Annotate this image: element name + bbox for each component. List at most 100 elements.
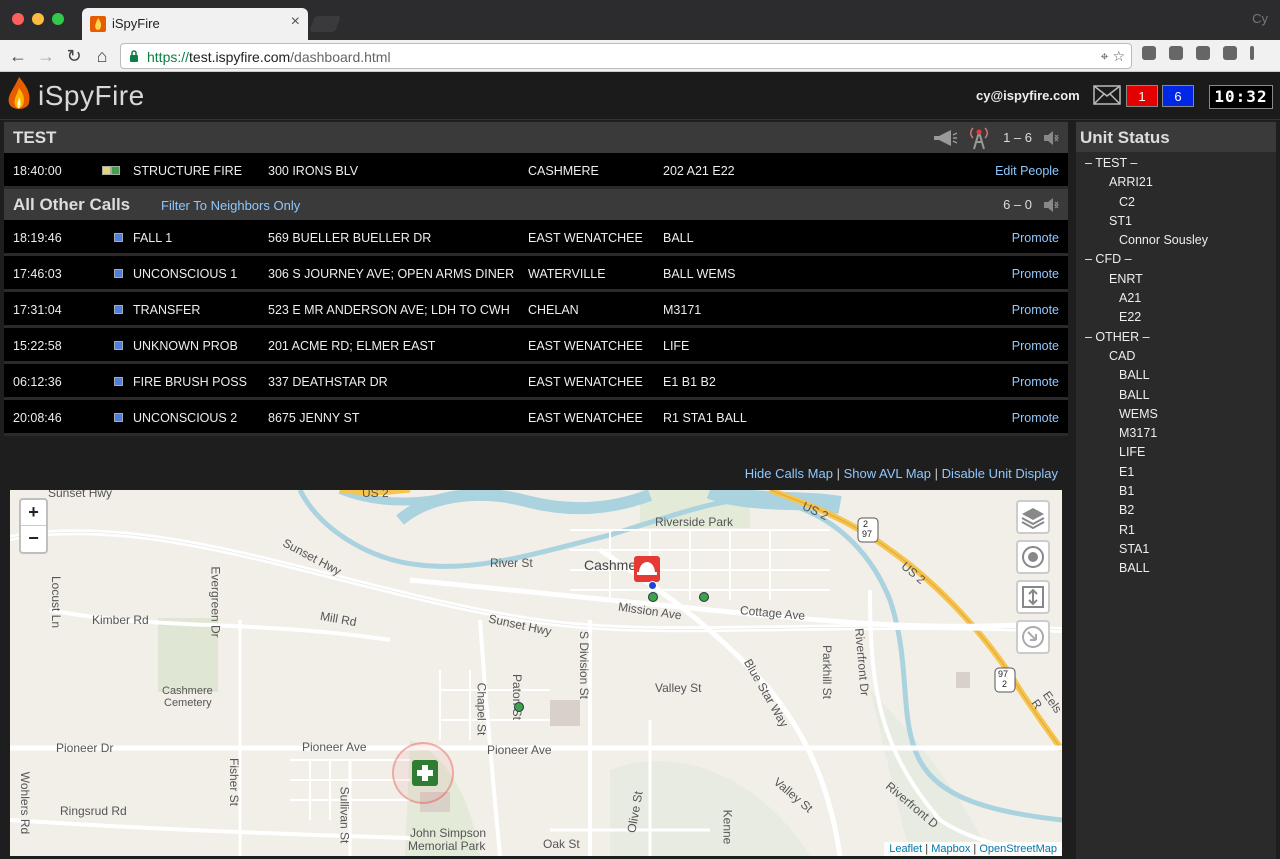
fit-bounds-icon[interactable] xyxy=(1016,580,1050,614)
test-section-count: 1 – 6 xyxy=(1003,130,1032,145)
menu-icon[interactable] xyxy=(1250,46,1254,60)
call-type: UNCONSCIOUS 2 xyxy=(133,411,238,425)
promote-link[interactable]: Promote xyxy=(1012,339,1059,353)
close-window-button[interactable] xyxy=(12,13,24,25)
unit-item: WEMS xyxy=(1119,406,1158,421)
unit-location-marker[interactable] xyxy=(648,592,658,602)
user-email[interactable]: cy@ispyfire.com xyxy=(976,88,1080,103)
unit-item: STA1 xyxy=(1119,541,1150,556)
extension-info-icon[interactable] xyxy=(1223,46,1237,60)
location-icon[interactable]: ⌖ xyxy=(1101,48,1109,64)
map-attribution: Leaflet | Mapbox | OpenStreetMap xyxy=(884,842,1062,856)
layers-icon[interactable] xyxy=(1016,500,1050,534)
status-blue-icon xyxy=(114,269,123,283)
promote-link[interactable]: Promote xyxy=(1012,411,1059,425)
address-bar[interactable]: https://test.ispyfire.com/dashboard.html… xyxy=(120,43,1132,69)
tab-close-icon[interactable]: × xyxy=(291,13,300,31)
calls-panel: TEST 1 – 6 18:40:00 STRUCTURE FIRE 300 I… xyxy=(4,122,1068,436)
bookmark-star-icon[interactable]: ☆ xyxy=(1112,48,1125,64)
test-section-title: TEST xyxy=(13,128,57,147)
link-separator: | xyxy=(836,466,840,481)
call-row[interactable]: 06:12:36 FIRE BRUSH POSS 337 DEATHSTAR D… xyxy=(4,364,1068,400)
unit-item: A21 xyxy=(1119,291,1142,306)
unit-location-marker[interactable] xyxy=(699,592,709,602)
leaflet-link[interactable]: Leaflet xyxy=(889,843,922,855)
unit-item: Connor Sousley xyxy=(1119,233,1208,248)
promote-link[interactable]: Promote xyxy=(1012,375,1059,389)
call-address: 201 ACME RD; ELMER EAST xyxy=(268,339,436,353)
extension-folder-icon[interactable] xyxy=(1142,46,1156,60)
call-units: M3171 xyxy=(663,303,702,317)
unit-group-header[interactable]: – OTHER – xyxy=(1076,330,1276,349)
status-blue-icon xyxy=(114,377,123,391)
browser-tabstrip: iSpyFire × Cy xyxy=(0,0,1280,40)
call-address: 523 E MR ANDERSON AVE; LDH TO CWH xyxy=(268,303,510,317)
call-time: 17:46:03 xyxy=(13,267,62,281)
map-tiles xyxy=(10,490,1062,856)
unit-station: CAD xyxy=(1109,348,1136,363)
call-time: 18:19:46 xyxy=(13,231,62,245)
zoom-out-button[interactable]: − xyxy=(21,526,46,552)
openstreetmap-link[interactable]: OpenStreetMap xyxy=(979,843,1057,855)
unit-location-marker[interactable] xyxy=(648,581,657,590)
compass-icon[interactable] xyxy=(1016,620,1050,654)
call-type: UNKNOWN PROB xyxy=(133,339,238,353)
status-green-icon xyxy=(111,166,120,175)
back-arrow-icon[interactable]: ← xyxy=(6,44,30,68)
unit-station: ARRI21 xyxy=(1109,175,1153,190)
speaker-icon[interactable] xyxy=(1042,130,1062,146)
stop-record-icon[interactable] xyxy=(1016,540,1050,574)
disable-unit-display-link[interactable]: Disable Unit Display xyxy=(942,466,1058,481)
show-avl-map-link[interactable]: Show AVL Map xyxy=(844,466,931,481)
filter-neighbors-link[interactable]: Filter To Neighbors Only xyxy=(161,198,300,213)
call-city: CHELAN xyxy=(528,303,579,317)
edit-people-link[interactable]: Edit People xyxy=(995,164,1059,178)
hospital-marker-icon[interactable] xyxy=(412,760,438,786)
call-row[interactable]: 17:46:03 UNCONSCIOUS 1 306 S JOURNEY AVE… xyxy=(4,256,1068,292)
alert-count-red-badge[interactable]: 1 xyxy=(1126,85,1158,107)
alert-count-blue-badge[interactable]: 6 xyxy=(1162,85,1194,107)
promote-link[interactable]: Promote xyxy=(1012,231,1059,245)
call-row[interactable]: 15:22:58 UNKNOWN PROB 201 ACME RD; ELMER… xyxy=(4,328,1068,364)
promote-link[interactable]: Promote xyxy=(1012,303,1059,317)
forward-arrow-icon[interactable]: → xyxy=(34,44,58,68)
profile-label[interactable]: Cy xyxy=(1252,11,1268,26)
call-time: 15:22:58 xyxy=(13,339,62,353)
call-time: 06:12:36 xyxy=(13,375,62,389)
home-icon[interactable]: ⌂ xyxy=(90,44,114,68)
reload-icon[interactable]: ↻ xyxy=(62,44,86,68)
unit-item: E22 xyxy=(1119,310,1142,325)
call-address: 569 BUELLER BUELLER DR xyxy=(268,231,432,245)
status-blue-icon xyxy=(114,341,123,355)
unit-item: R1 xyxy=(1119,522,1135,537)
test-call-row[interactable]: 18:40:00 STRUCTURE FIRE 300 IRONS BLV CA… xyxy=(4,153,1068,189)
new-tab-button[interactable] xyxy=(309,16,341,32)
call-row[interactable]: 18:19:46 FALL 1 569 BUELLER BUELLER DR E… xyxy=(4,220,1068,256)
call-address: 306 S JOURNEY AVE; OPEN ARMS DINER xyxy=(268,267,515,281)
call-status-icons xyxy=(102,166,120,180)
extension-drive-icon[interactable] xyxy=(1169,46,1183,60)
call-row[interactable]: 17:31:04 TRANSFER 523 E MR ANDERSON AVE;… xyxy=(4,292,1068,328)
speaker-icon[interactable] xyxy=(1042,197,1062,213)
calls-map[interactable]: Sunset Hwy US 2 US 2 US 2 2 97 Riverside… xyxy=(10,490,1062,856)
unit-group-header[interactable]: – TEST – xyxy=(1076,156,1276,175)
maximize-window-button[interactable] xyxy=(52,13,64,25)
unit-group-header[interactable]: – CFD – xyxy=(1076,252,1276,271)
fire-helmet-marker-icon[interactable] xyxy=(634,556,660,582)
minimize-window-button[interactable] xyxy=(32,13,44,25)
browser-toolbar: ← → ↻ ⌂ https://test.ispyfire.com/dashbo… xyxy=(0,40,1280,72)
call-units: BALL WEMS xyxy=(663,267,736,281)
extension-cast-icon[interactable] xyxy=(1196,46,1210,60)
radio-tower-icon[interactable] xyxy=(968,126,990,150)
app-header: iSpyFire cy@ispyfire.com 1 6 10:32 xyxy=(0,72,1280,120)
mail-icon[interactable] xyxy=(1093,85,1121,105)
unit-location-marker[interactable] xyxy=(514,702,524,712)
call-city: EAST WENATCHEE xyxy=(528,411,643,425)
hide-calls-map-link[interactable]: Hide Calls Map xyxy=(745,466,833,481)
browser-tab[interactable]: iSpyFire × xyxy=(82,8,308,40)
zoom-in-button[interactable]: + xyxy=(21,500,46,526)
megaphone-icon[interactable] xyxy=(932,128,958,148)
call-row[interactable]: 20:08:46 UNCONSCIOUS 2 8675 JENNY ST EAS… xyxy=(4,400,1068,436)
mapbox-link[interactable]: Mapbox xyxy=(931,843,970,855)
promote-link[interactable]: Promote xyxy=(1012,267,1059,281)
